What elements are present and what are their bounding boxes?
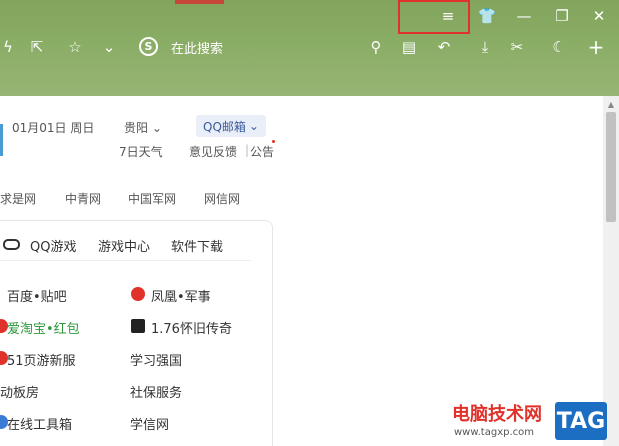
site-link-housing[interactable]: 动板房 xyxy=(0,382,39,401)
watermark-url: www.tagxp.com xyxy=(454,427,534,438)
share-icon[interactable]: ⇱ xyxy=(27,36,47,58)
gamepad-icon xyxy=(3,239,20,250)
mailbox-button[interactable]: QQ邮箱 ⌄ xyxy=(196,115,266,137)
site-link-51-games[interactable]: 51页游新服 xyxy=(7,350,76,369)
menu-highlight-box xyxy=(398,0,470,34)
chevron-down-icon: ⌄ xyxy=(151,121,162,135)
date-text: 01月01日 周日 xyxy=(12,121,95,135)
site-link-taobao[interactable]: 爱淘宝•红包 xyxy=(7,318,80,337)
card-tab-qq-games[interactable]: QQ游戏 xyxy=(30,236,76,255)
watermark-tag-logo: TAG xyxy=(555,402,607,440)
site-watermark: 电脑技术网 www.tagxp.com TAG xyxy=(452,400,612,444)
mailbox-label: QQ邮箱 xyxy=(203,119,246,134)
city-label: 贵阳 xyxy=(124,121,149,135)
card-tab-software-download[interactable]: 软件下载 xyxy=(171,236,223,255)
weather-link[interactable]: 7日天气 xyxy=(119,143,163,160)
minimize-icon[interactable]: — xyxy=(507,4,541,28)
active-tab-indicator[interactable] xyxy=(175,0,224,4)
restore-icon[interactable]: ❐ xyxy=(545,4,579,28)
site-link-toolbox[interactable]: 在线工具箱 xyxy=(7,414,72,433)
chevron-down-icon[interactable]: ⌄ xyxy=(101,36,117,58)
download-icon[interactable]: ⤓ xyxy=(474,36,496,58)
scissors-icon[interactable]: ✂ xyxy=(506,36,528,58)
site-link-baidu[interactable]: 百度•贴吧 xyxy=(7,286,67,305)
search-engine-logo-icon[interactable]: S xyxy=(139,37,158,56)
add-icon[interactable]: + xyxy=(585,35,607,59)
lightning-icon[interactable]: ϟ xyxy=(0,36,16,58)
watermark-text: 电脑技术网 xyxy=(452,404,542,425)
notice-link[interactable]: 公告 xyxy=(250,143,274,160)
favorite-star-icon[interactable]: ☆ xyxy=(65,36,85,58)
site-link-xuexi[interactable]: 学习强国 xyxy=(130,350,182,369)
news-link[interactable]: 中青网 xyxy=(65,190,101,207)
night-mode-icon[interactable]: ☾ xyxy=(548,36,570,58)
chevron-down-icon: ⌄ xyxy=(248,119,259,133)
notice-badge xyxy=(272,140,275,143)
site-link-ifeng[interactable]: 凤凰•军事 xyxy=(151,286,211,305)
skin-icon[interactable]: 👕 xyxy=(470,4,504,28)
city-selector[interactable]: 贵阳 ⌄ xyxy=(124,119,162,136)
site-link-chsi[interactable]: 学信网 xyxy=(130,414,169,433)
undo-icon[interactable]: ↶ xyxy=(433,36,455,58)
search-input[interactable]: 在此搜索 xyxy=(171,38,223,57)
site-link-social-security[interactable]: 社保服务 xyxy=(130,382,182,401)
close-icon[interactable]: ✕ xyxy=(582,4,616,28)
scroll-up-icon[interactable]: ▲ xyxy=(603,98,619,110)
feedback-link[interactable]: 意见反馈 xyxy=(189,143,237,160)
card-divider xyxy=(0,260,251,261)
site-link-legend-game[interactable]: 1.76怀旧传奇 xyxy=(151,318,232,337)
new-tab-page: 01月01日 周日 贵阳 ⌄ 7日天气 QQ邮箱 ⌄ 意见反馈 | 公告 求是网… xyxy=(0,96,603,446)
separator: | xyxy=(245,143,250,157)
news-link[interactable]: 求是网 xyxy=(0,190,36,207)
news-link[interactable]: 网信网 xyxy=(204,190,240,207)
search-icon[interactable]: ⚲ xyxy=(366,36,386,58)
notes-icon[interactable]: ▤ xyxy=(399,36,419,58)
browser-top-bar: ≡ 👕 — ❐ ✕ ϟ ⇱ ☆ ⌄ S 在此搜索 ⚲ ▤ ↶ ⤓ ✂ ☾ + xyxy=(0,0,619,96)
scroll-thumb[interactable] xyxy=(606,112,616,222)
weather-widget-edge xyxy=(0,124,3,156)
phoenix-icon xyxy=(131,287,145,301)
news-link[interactable]: 中国军网 xyxy=(128,190,176,207)
legend-game-icon xyxy=(131,319,145,333)
vertical-scrollbar[interactable]: ▲ xyxy=(603,96,619,446)
card-tab-game-center[interactable]: 游戏中心 xyxy=(98,236,150,255)
